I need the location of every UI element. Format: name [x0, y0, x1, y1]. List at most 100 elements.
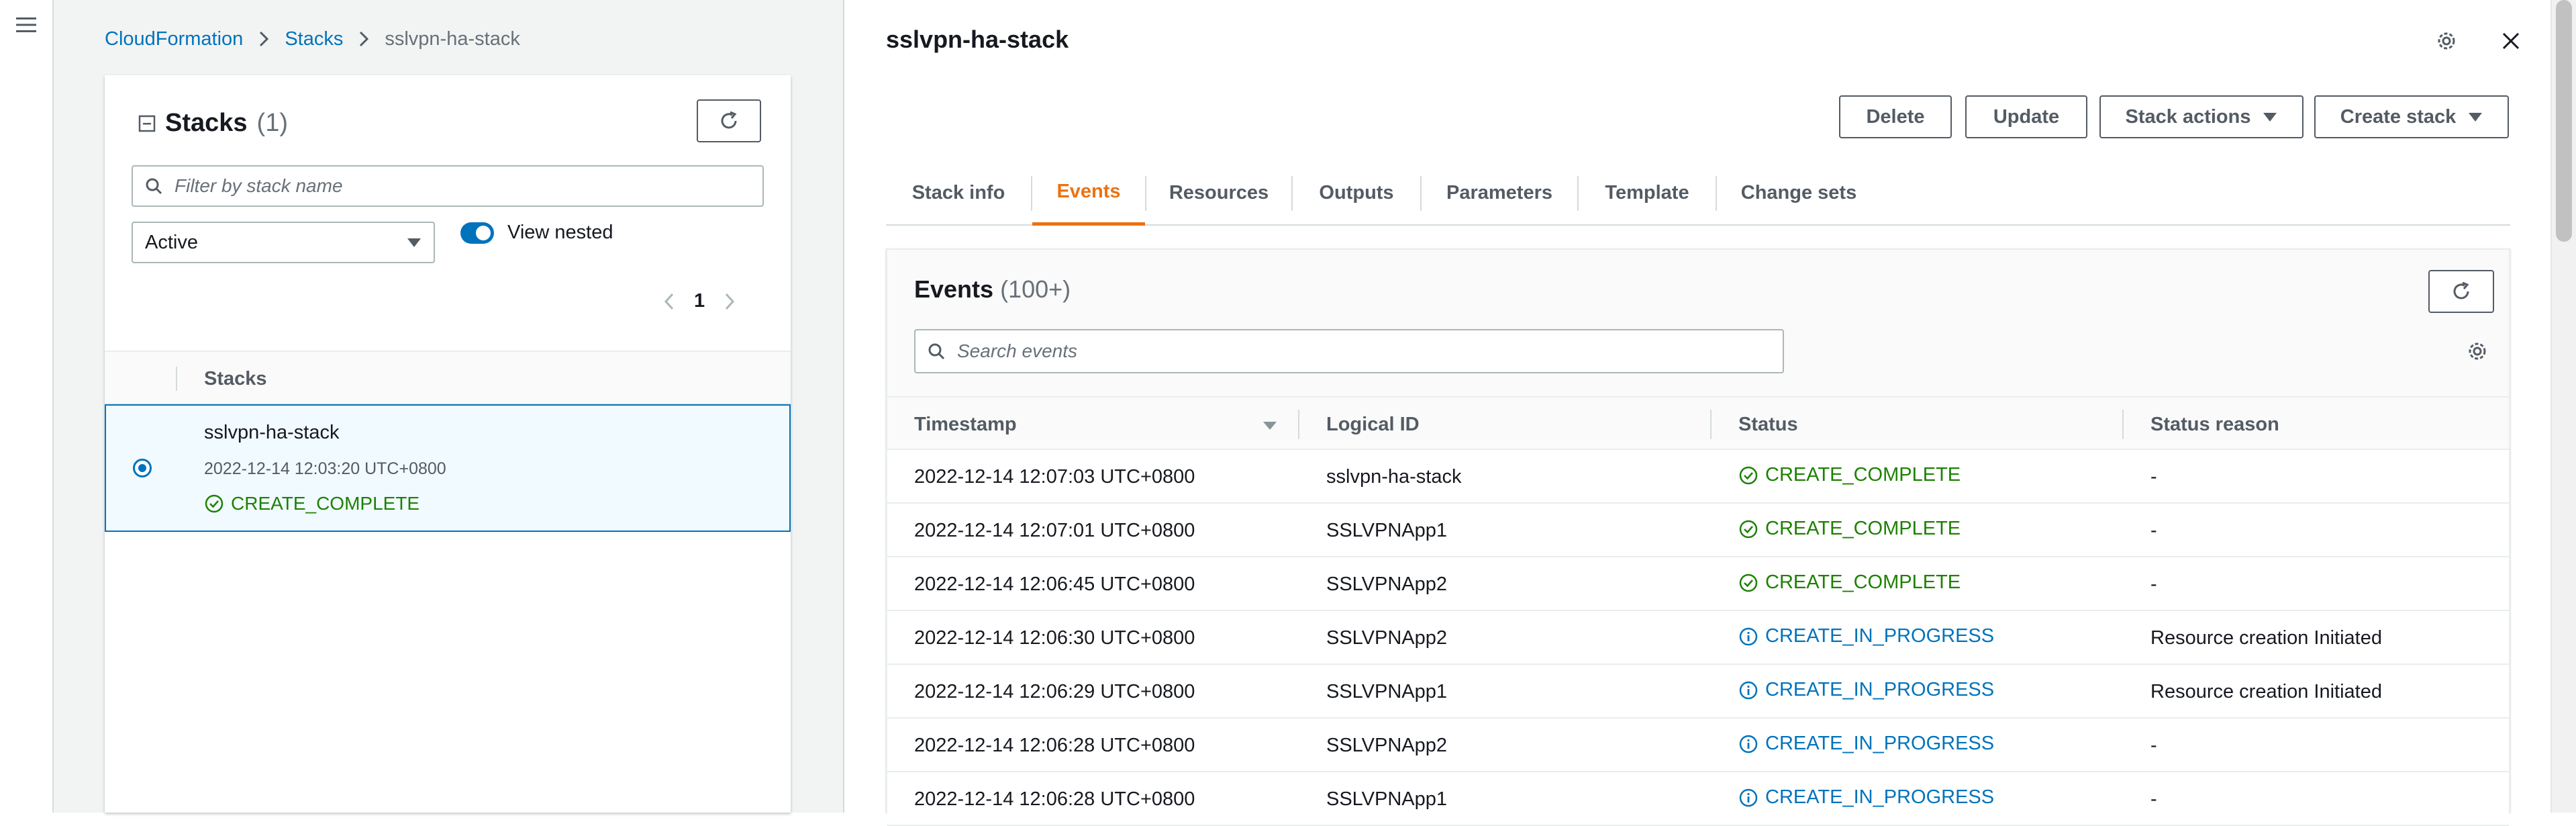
stack-row[interactable]: sslvpn-ha-stack 2022-12-14 12:03:20 UTC+… [105, 404, 791, 532]
collapse-icon[interactable] [138, 115, 156, 132]
sort-caret-icon[interactable] [1262, 420, 1278, 431]
detail-tabs: Stack info Events Resources Outputs Para… [886, 161, 2510, 226]
event-logical-id: SSLVPNApp2 [1326, 735, 1448, 756]
menu-icon[interactable] [15, 15, 38, 35]
event-logical-id: SSLVPNApp1 [1326, 788, 1448, 810]
create-stack-label: Create stack [2340, 105, 2457, 128]
scrollbar-thumb[interactable] [2556, 0, 2572, 242]
column-status[interactable]: Status [1738, 414, 1798, 436]
tab-template[interactable]: Template [1579, 161, 1716, 224]
breadcrumb-stacks[interactable]: Stacks [285, 28, 343, 50]
event-timestamp: 2022-12-14 12:07:03 UTC+0800 [914, 466, 1195, 488]
chevron-right-icon [360, 31, 369, 47]
stacks-panel: Stacks (1) Active View nested 1 Stacks s… [105, 75, 791, 813]
event-status: CREATE_COMPLETE [1738, 464, 1961, 486]
event-status[interactable]: CREATE_IN_PROGRESS [1738, 679, 1994, 701]
event-row: 2022-12-14 12:07:03 UTC+0800 sslvpn-ha-st… [887, 450, 2509, 504]
events-search-input[interactable] [956, 340, 1761, 363]
stacks-count: (1) [256, 109, 288, 137]
update-button-label: Update [1993, 105, 2060, 128]
stack-radio[interactable] [133, 459, 152, 477]
current-page[interactable]: 1 [694, 290, 705, 312]
event-timestamp: 2022-12-14 12:06:45 UTC+0800 [914, 573, 1195, 595]
settings-icon[interactable] [2466, 340, 2489, 363]
stack-actions-button[interactable]: Stack actions [2099, 95, 2303, 138]
events-refresh-button[interactable] [2428, 270, 2494, 313]
event-row: 2022-12-14 12:06:30 UTC+0800 SSLVPNApp2 CR… [887, 611, 2509, 665]
events-count: (100+) [1000, 275, 1071, 303]
refresh-icon [2453, 281, 2469, 300]
column-status-reason[interactable]: Status reason [2150, 414, 2279, 436]
column-logical-id[interactable]: Logical ID [1326, 414, 1420, 436]
settings-icon[interactable] [2435, 30, 2458, 52]
success-icon [1739, 466, 1758, 484]
tab-resources[interactable]: Resources [1146, 161, 1291, 224]
event-logical-id: sslvpn-ha-stack [1326, 466, 1462, 488]
event-status-reason: - [2150, 466, 2157, 488]
stacks-column-header: Stacks [204, 368, 267, 389]
breadcrumb-current: sslvpn-ha-stack [385, 28, 520, 50]
delete-button-label: Delete [1866, 105, 1925, 128]
update-button[interactable]: Update [1965, 95, 2087, 138]
view-nested-toggle[interactable] [460, 222, 494, 244]
stacks-refresh-button[interactable] [697, 99, 761, 142]
event-status[interactable]: CREATE_IN_PROGRESS [1738, 733, 1994, 755]
chevron-right-icon [260, 31, 269, 47]
close-icon[interactable] [2499, 30, 2522, 52]
event-status[interactable]: CREATE_IN_PROGRESS [1738, 786, 1994, 809]
event-row: 2022-12-14 12:06:28 UTC+0800 SSLVPNApp1 CR… [887, 772, 2509, 826]
column-timestamp[interactable]: Timestamp [914, 414, 1017, 436]
search-icon [928, 343, 945, 360]
event-timestamp: 2022-12-14 12:07:01 UTC+0800 [914, 520, 1195, 541]
event-logical-id: SSLVPNApp1 [1326, 681, 1448, 702]
event-status-text: CREATE_IN_PROGRESS [1765, 625, 1995, 647]
event-status-text: CREATE_COMPLETE [1765, 464, 1961, 486]
chevron-right-icon[interactable] [722, 291, 737, 312]
events-table-body: 2022-12-14 12:07:03 UTC+0800 sslvpn-ha-st… [887, 450, 2509, 826]
status-filter-select[interactable]: Active [132, 222, 435, 263]
event-status-text: CREATE_COMPLETE [1765, 518, 1961, 539]
tab-change-sets[interactable]: Change sets [1717, 161, 1881, 224]
event-status-reason: Resource creation Initiated [2150, 627, 2382, 649]
event-logical-id: SSLVPNApp1 [1326, 520, 1448, 541]
view-nested-label: View nested [507, 222, 613, 243]
tab-outputs[interactable]: Outputs [1293, 161, 1420, 224]
event-status-reason: - [2150, 788, 2157, 810]
delete-button[interactable]: Delete [1839, 95, 1952, 138]
tab-stack-info[interactable]: Stack info [886, 161, 1031, 224]
stack-actions-label: Stack actions [2125, 105, 2251, 128]
events-panel: Events (100+) Timestamp Log [886, 248, 2510, 826]
events-table: Timestamp Logical ID Status Status reaso… [887, 396, 2509, 826]
tab-events[interactable]: Events [1032, 161, 1145, 226]
stacks-title-label: Stacks [165, 109, 248, 137]
status-filter-value: Active [145, 231, 198, 253]
info-icon [1739, 788, 1758, 807]
event-status[interactable]: CREATE_IN_PROGRESS [1738, 625, 1994, 647]
event-logical-id: SSLVPNApp2 [1326, 627, 1448, 649]
events-title: Events (100+) [914, 275, 1071, 304]
event-status-reason: - [2150, 520, 2157, 541]
event-status-text: CREATE_COMPLETE [1765, 571, 1961, 593]
info-icon [1739, 681, 1758, 699]
breadcrumb-cloudformation[interactable]: CloudFormation [105, 28, 243, 50]
stack-filter-input[interactable] [173, 175, 750, 197]
events-table-header: Timestamp Logical ID Status Status reaso… [887, 396, 2509, 450]
tab-parameters[interactable]: Parameters [1422, 161, 1577, 224]
event-status-text: CREATE_IN_PROGRESS [1765, 733, 1995, 754]
stack-filter-field [132, 165, 764, 207]
caret-down-icon [2469, 113, 2483, 122]
success-icon [1739, 520, 1758, 538]
stack-detail-panel: sslvpn-ha-stack Delete Update Stack acti… [844, 0, 2550, 826]
success-icon [1739, 573, 1758, 592]
pagination: 1 [662, 290, 737, 312]
stack-status: CREATE_COMPLETE [204, 493, 419, 514]
breadcrumb: CloudFormation Stacks sslvpn-ha-stack [105, 26, 520, 52]
search-icon [146, 178, 162, 195]
event-status-text: CREATE_IN_PROGRESS [1765, 786, 1995, 808]
event-row: 2022-12-14 12:06:45 UTC+0800 SSLVPNApp2 CR… [887, 557, 2509, 611]
create-stack-button[interactable]: Create stack [2314, 95, 2509, 138]
event-logical-id: SSLVPNApp2 [1326, 573, 1448, 595]
event-timestamp: 2022-12-14 12:06:28 UTC+0800 [914, 735, 1195, 756]
chevron-left-icon[interactable] [662, 291, 677, 312]
event-row: 2022-12-14 12:06:29 UTC+0800 SSLVPNApp1 CR… [887, 665, 2509, 719]
